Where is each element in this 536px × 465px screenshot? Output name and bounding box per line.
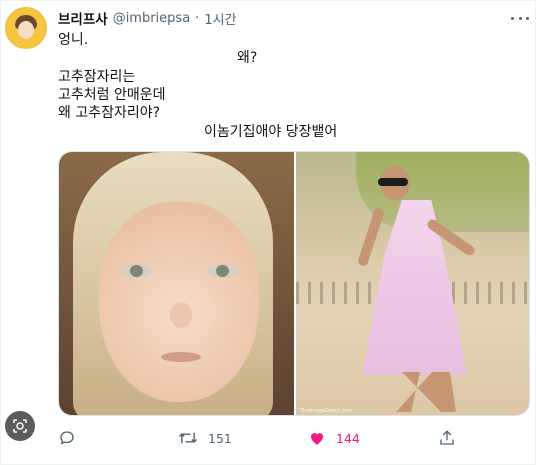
photo-beach-woman[interactable]: TheImageDirect.com <box>296 152 529 415</box>
separator-dot: · <box>195 10 200 26</box>
author-handle[interactable]: @imbriepsa <box>113 11 190 26</box>
reply-icon <box>58 429 76 447</box>
timestamp[interactable]: 1시간 <box>204 9 236 28</box>
heart-icon <box>308 429 326 447</box>
share-icon <box>438 429 456 447</box>
retweet-count: 151 <box>208 430 232 446</box>
tweet-line-2: 왜? <box>237 50 258 66</box>
photo-child-face[interactable] <box>59 152 294 415</box>
reply-button[interactable] <box>58 427 86 449</box>
tweet-line-3: 고추잠자리는 <box>58 69 136 85</box>
retweet-button[interactable]: 151 <box>178 427 232 449</box>
retweet-icon <box>178 429 198 447</box>
image-credit: TheImageDirect.com <box>300 408 353 414</box>
tweet-line-1: 엉니. <box>58 32 89 48</box>
tweet-card[interactable]: 브리프사 @imbriepsa · 1시간 엉니. 왜? 고추잠자리는 고추처럼… <box>0 0 536 465</box>
tweet-line-4: 고추처럼 안매운데 <box>58 87 166 103</box>
share-button[interactable] <box>438 427 456 449</box>
more-icon[interactable] <box>511 11 529 25</box>
like-button[interactable]: 144 <box>308 427 360 449</box>
author-name[interactable]: 브리프사 <box>58 8 108 28</box>
like-count: 144 <box>336 430 360 446</box>
avatar-face <box>18 21 34 39</box>
tweet-actions: 151 144 <box>58 427 528 449</box>
tweet-line-6: 이놈기집애야 당장뱉어 <box>204 124 338 140</box>
tweet-media: TheImageDirect.com <box>58 151 530 416</box>
tweet-line-5: 왜 고추잠자리야? <box>58 105 161 121</box>
lens-icon[interactable] <box>5 411 35 441</box>
avatar[interactable] <box>5 7 47 49</box>
tweet-header: 브리프사 @imbriepsa · 1시간 <box>58 8 237 29</box>
